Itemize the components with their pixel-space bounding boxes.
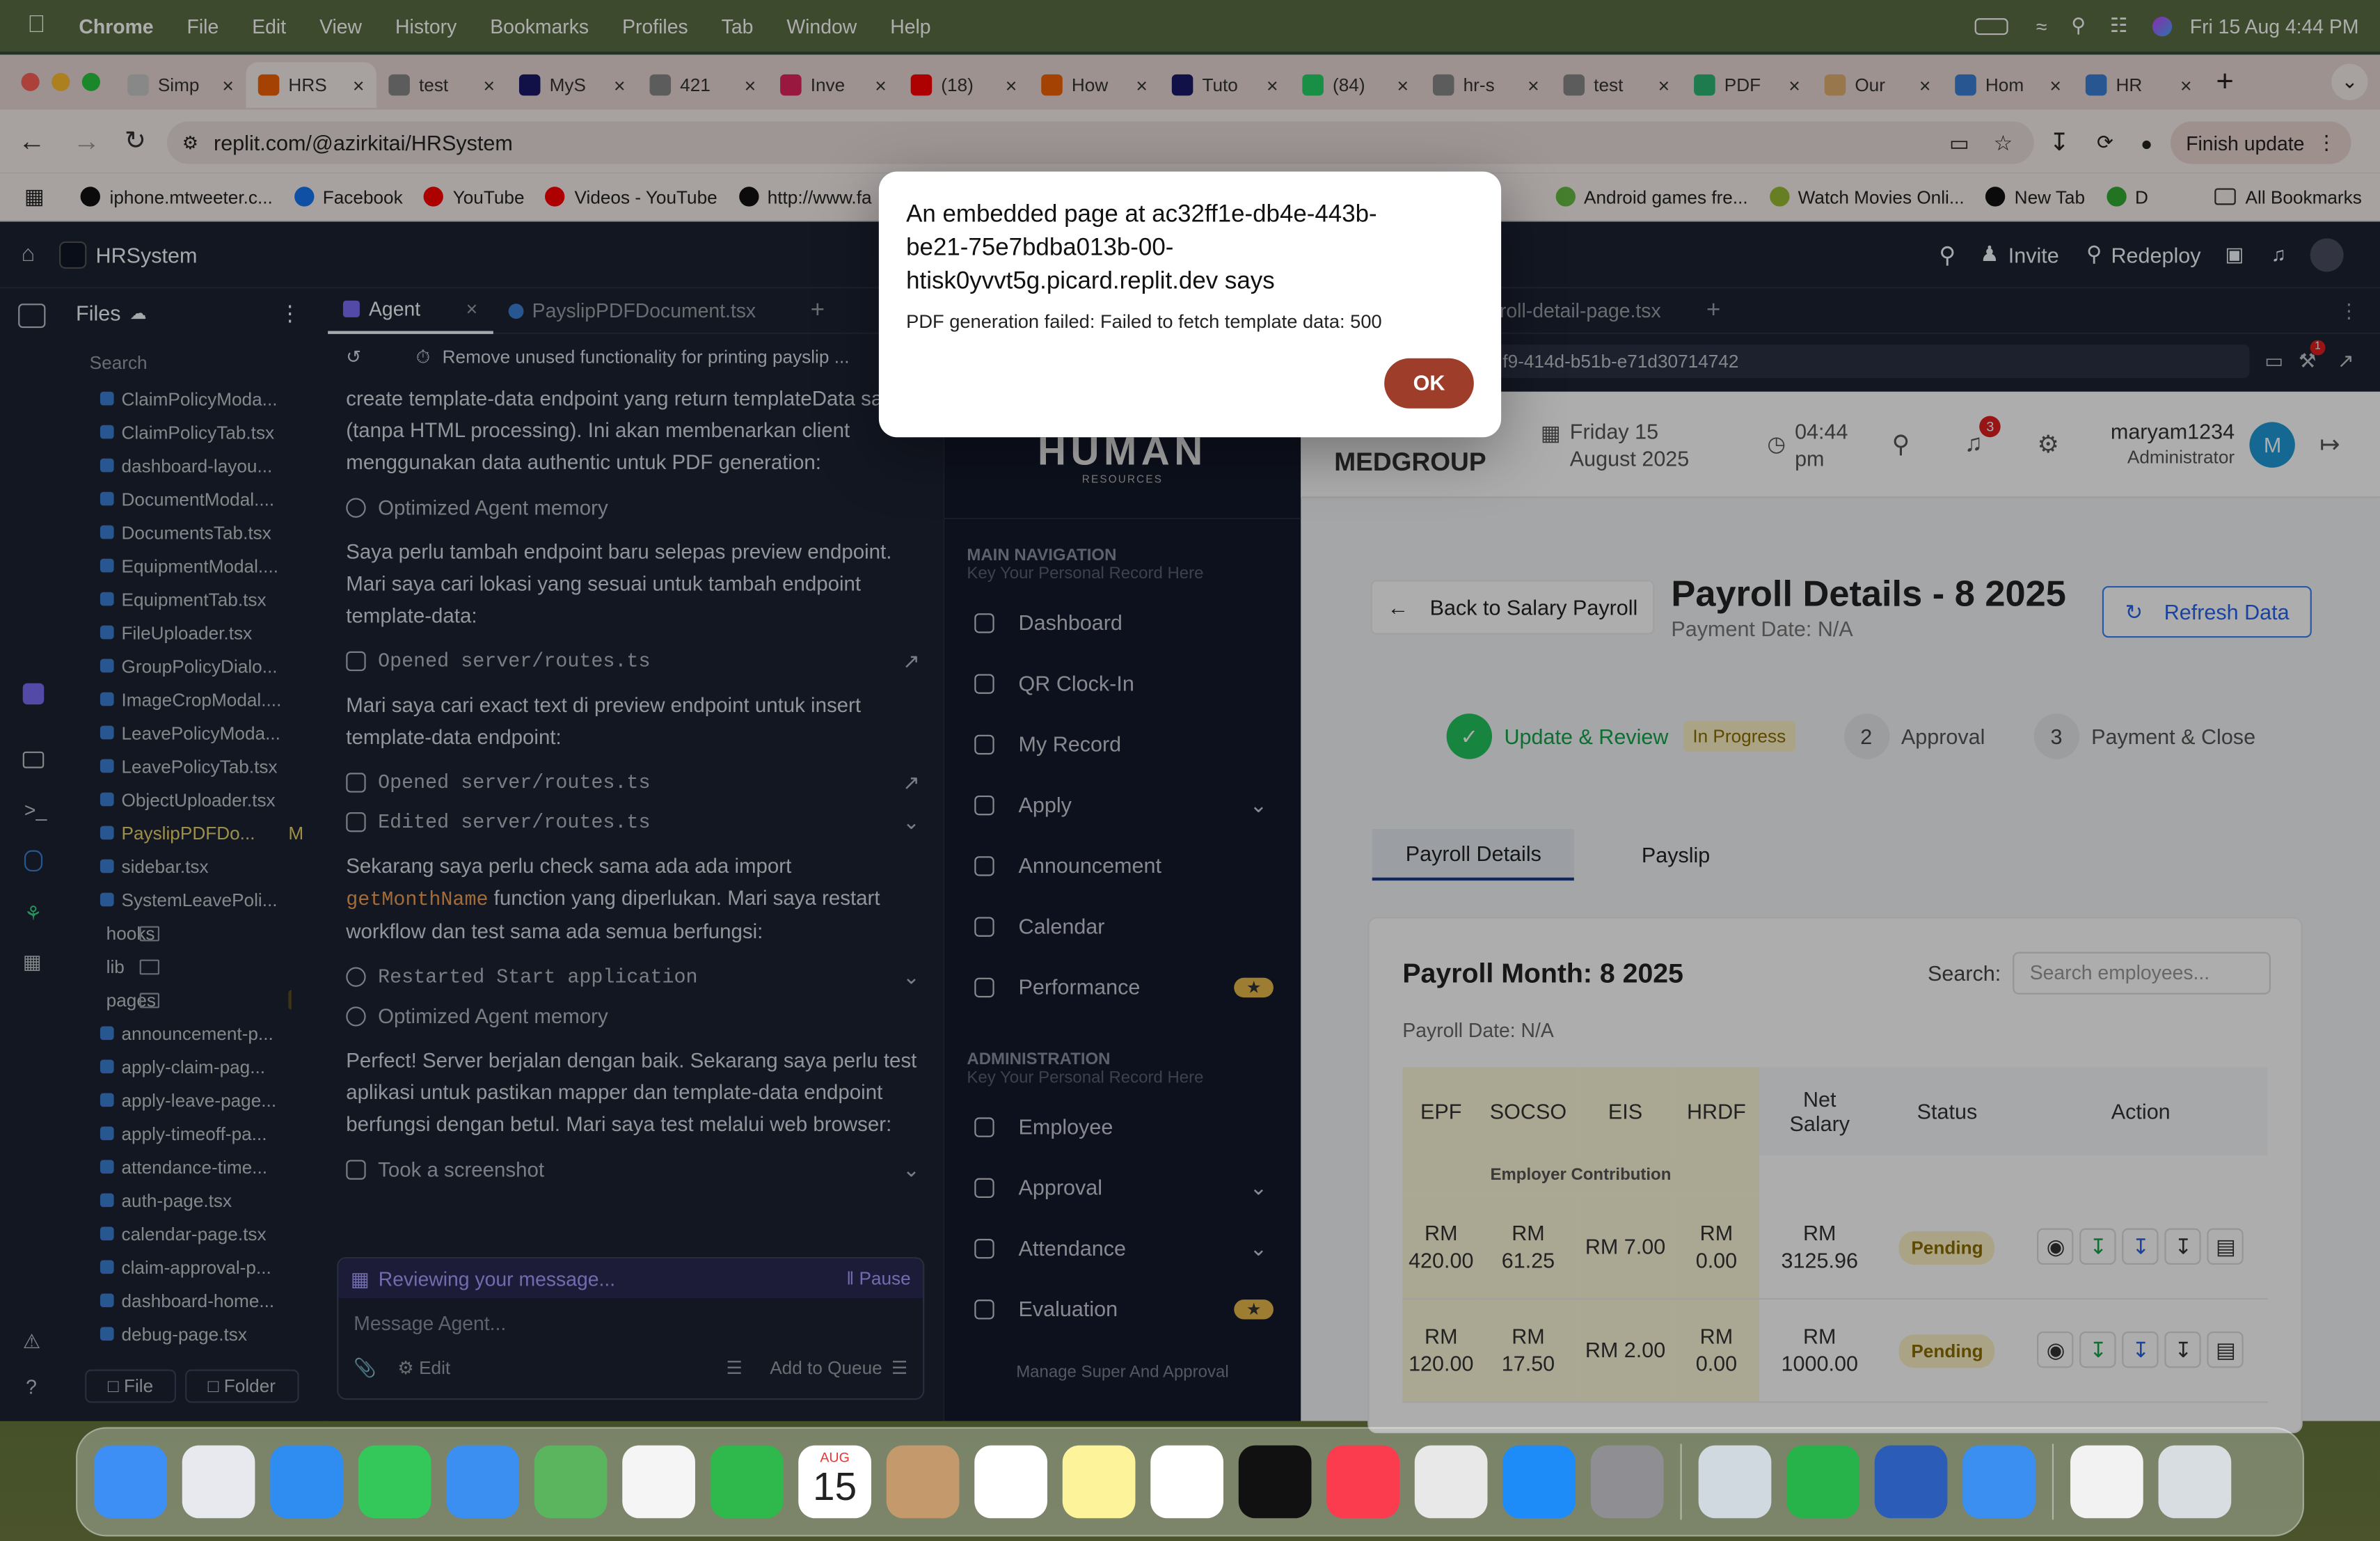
dock-divider <box>1680 1444 1682 1520</box>
contacts-icon[interactable] <box>886 1445 960 1519</box>
pdf-doc-icon[interactable] <box>2070 1445 2143 1519</box>
chrome-icon[interactable] <box>1414 1445 1488 1519</box>
dialog-title: An embedded page at ac32ff1e-db4e-443b-b… <box>906 202 1377 295</box>
dialog-ok-button[interactable]: OK <box>1384 358 1474 409</box>
word-icon[interactable] <box>1874 1445 1948 1519</box>
music-icon[interactable] <box>1326 1445 1399 1519</box>
tv-icon[interactable] <box>1238 1445 1312 1519</box>
mail-icon[interactable] <box>446 1445 519 1519</box>
calendar-icon[interactable]: AUG 15 <box>798 1445 871 1519</box>
safari-alt-icon[interactable] <box>1962 1445 2036 1519</box>
safari-icon[interactable] <box>270 1445 343 1519</box>
photos-icon[interactable] <box>622 1445 695 1519</box>
launchpad-icon[interactable] <box>182 1445 255 1519</box>
facetime-icon[interactable] <box>710 1445 784 1519</box>
dialog-message: PDF generation failed: Failed to fetch t… <box>906 311 1382 333</box>
reminders-icon[interactable] <box>974 1445 1047 1519</box>
alert-dialog: An embedded page at ac32ff1e-db4e-443b-b… <box>878 171 1502 438</box>
trash-icon[interactable] <box>2158 1445 2232 1519</box>
messages-icon[interactable] <box>358 1445 431 1519</box>
calendar-day: 15 <box>813 1463 857 1510</box>
calendar-month: AUG <box>820 1450 850 1465</box>
notes-icon[interactable] <box>1062 1445 1136 1519</box>
numbers-icon[interactable] <box>1786 1445 1859 1519</box>
preview-icon[interactable] <box>1698 1445 1772 1519</box>
app-store-icon[interactable] <box>1502 1445 1576 1519</box>
dock: AUG 15 <box>76 1427 2304 1537</box>
system-settings-icon[interactable] <box>1590 1445 1664 1519</box>
freeform-icon[interactable] <box>1150 1445 1223 1519</box>
maps-icon[interactable] <box>534 1445 608 1519</box>
finder-icon[interactable] <box>94 1445 167 1519</box>
dock-divider <box>2052 1444 2054 1520</box>
